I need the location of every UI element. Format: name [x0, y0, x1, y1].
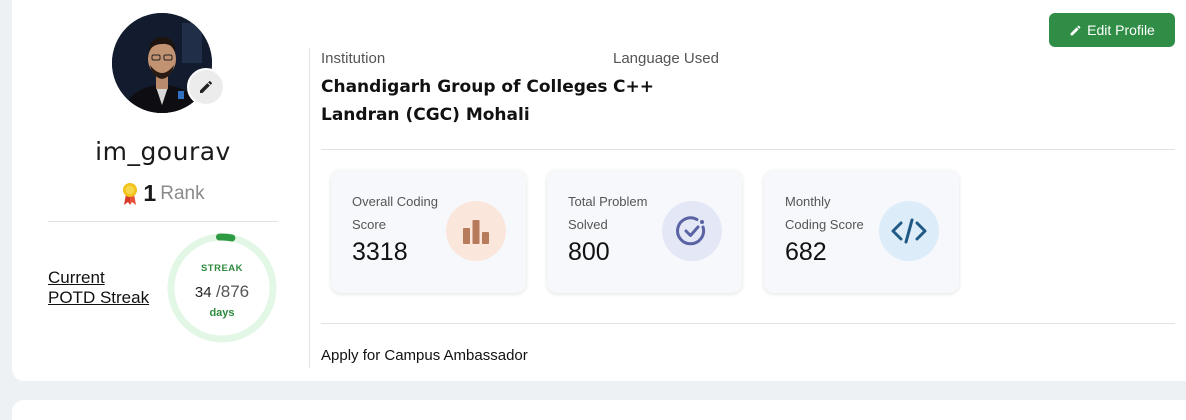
streak-current: 34: [194, 284, 212, 301]
divider: [321, 323, 1175, 324]
stat-card-monthly-coding-score: Monthly Coding Score 682: [764, 170, 959, 293]
language-label: Language Used: [613, 50, 719, 67]
divider: [48, 221, 278, 222]
code-icon: [879, 201, 939, 261]
rank-number: 1: [143, 180, 157, 206]
potd-link-line1: Current: [48, 268, 105, 287]
bar-chart-icon: [446, 201, 506, 261]
stat-value: 682: [785, 238, 827, 266]
streak-ring: STREAK 34 /876 days: [166, 232, 278, 344]
vertical-divider: [309, 48, 310, 368]
pencil-icon: [1070, 25, 1081, 35]
edit-profile-label: Edit Profile: [1087, 22, 1155, 38]
campus-ambassador-link[interactable]: Apply for Campus Ambassador: [321, 347, 528, 364]
stat-value: 3318: [352, 238, 408, 266]
potd-streak-link[interactable]: Current POTD Streak: [48, 268, 149, 308]
streak-total: /876: [216, 282, 250, 301]
stat-card-overall-coding-score: Overall Coding Score 3318: [331, 170, 526, 293]
streak-count: 34 /876: [166, 282, 278, 302]
institution-label: Institution: [321, 50, 386, 67]
institution-value: Chandigarh Group of Colleges Landran (CG…: [321, 73, 608, 129]
username: im_gourav: [95, 137, 231, 166]
check-circle-icon: [662, 201, 722, 261]
divider: [321, 149, 1175, 150]
stat-card-total-problem-solved: Total Problem Solved 800: [547, 170, 742, 293]
stat-title-line1: Overall Coding: [352, 194, 438, 209]
streak-label: STREAK: [200, 263, 244, 274]
stat-title-line1: Total Problem: [568, 194, 648, 209]
institution-line1: Chandigarh Group of Colleges: [321, 77, 608, 97]
institution-line2: Landran (CGC) Mohali: [321, 105, 530, 125]
edit-profile-button[interactable]: Edit Profile: [1049, 13, 1175, 47]
potd-link-line2: POTD Streak: [48, 288, 150, 307]
language-value: C++: [613, 77, 654, 97]
rank-label: Rank: [160, 182, 205, 204]
next-card: [12, 400, 1186, 420]
avatar-container: [112, 13, 225, 113]
rank-row: 1 Rank: [48, 180, 278, 207]
pencil-icon: [200, 80, 213, 93]
stat-title-line1: Monthly: [785, 194, 831, 209]
edit-avatar-button[interactable]: [187, 68, 225, 106]
stat-value: 800: [568, 238, 610, 266]
medal-icon: [123, 182, 138, 205]
streak-days-label: days: [209, 307, 235, 319]
